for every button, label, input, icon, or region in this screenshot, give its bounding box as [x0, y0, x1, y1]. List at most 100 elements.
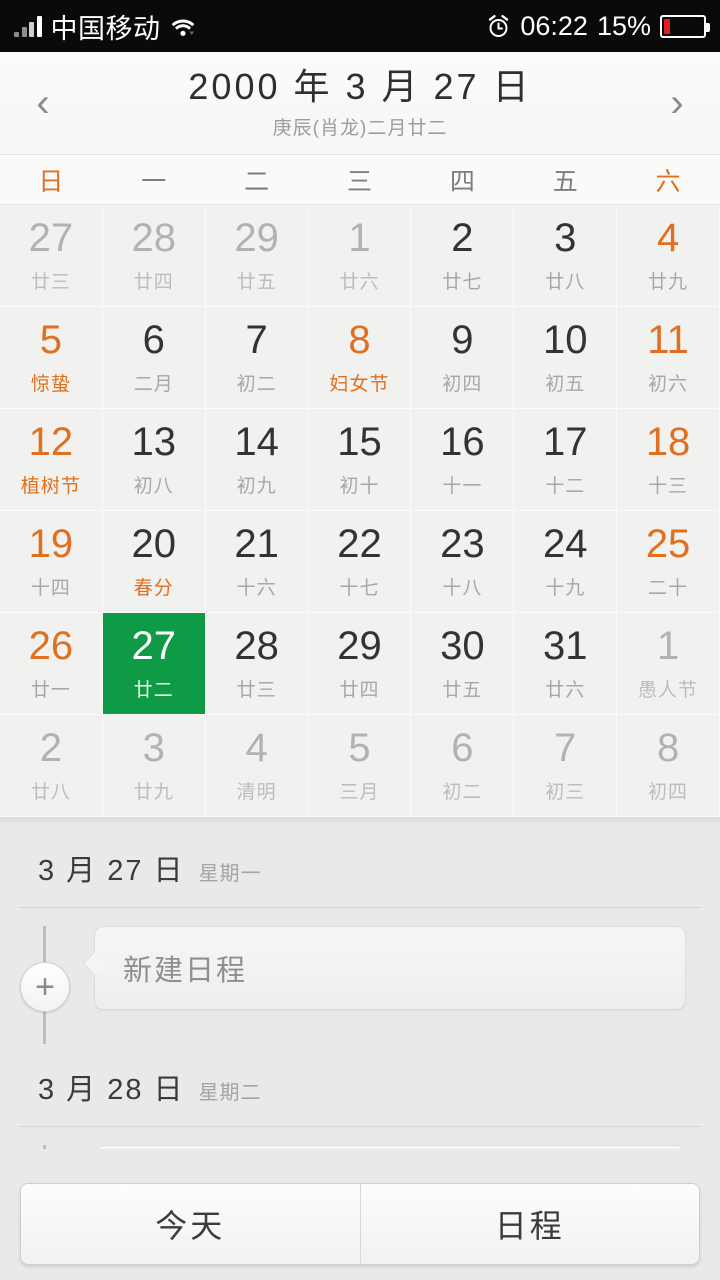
calendar-cell[interactable]: 11 初六	[617, 307, 720, 409]
day-number: 19	[28, 521, 74, 566]
day-number: 13	[131, 419, 177, 464]
calendar-cell[interactable]: 21 十六	[205, 511, 309, 613]
day-number: 24	[542, 521, 588, 566]
day-number: 11	[647, 317, 689, 362]
lunar-label: 初十	[339, 475, 380, 497]
calendar-cell[interactable]: 6 二月	[102, 307, 206, 409]
calendar-cell[interactable]: 3 廿九	[102, 715, 206, 817]
calendar-cell[interactable]: 14 初九	[205, 409, 309, 511]
calendar-grid[interactable]: 27 廿三 28 廿四 29 廿五 1 廿六 2 廿七 3 廿八 4 廿九 5 惊蛰 6 二月 7 初二 8 妇女节 9 初四…	[0, 205, 720, 817]
agenda-date-row: 3 月 28 日星期二	[0, 1066, 720, 1108]
day-number: 23	[440, 521, 485, 566]
calendar-cell[interactable]: 3 廿八	[514, 205, 618, 307]
calendar-cell[interactable]: 5 惊蛰	[0, 307, 103, 409]
calendar-cell[interactable]: 23 十八	[411, 511, 515, 613]
calendar-cell[interactable]: 20 春分	[102, 511, 206, 613]
lunar-label: 廿八	[545, 271, 586, 293]
calendar-cell[interactable]: 1 愚人节	[617, 613, 720, 715]
calendar-cell[interactable]: 28 廿四	[102, 205, 206, 307]
chevron-right-icon[interactable]: ›	[634, 52, 720, 155]
new-event-card[interactable]	[94, 1145, 686, 1149]
calendar-cell[interactable]: 6 初二	[411, 715, 515, 817]
calendar-cell[interactable]: 4 清明	[205, 715, 309, 817]
calendar-cell[interactable]: 25 二十	[617, 511, 720, 613]
chevron-left-icon[interactable]: ‹	[0, 52, 86, 155]
schedule-button[interactable]: 日程	[359, 1184, 700, 1264]
lunar-label: 初八	[133, 475, 174, 497]
day-number: 20	[131, 521, 177, 566]
lunar-label: 廿三	[236, 679, 277, 701]
agenda-date: 3 月 28 日	[38, 1074, 185, 1106]
lunar-label: 清明	[236, 781, 277, 803]
lunar-label: 初五	[545, 373, 586, 395]
calendar-cell[interactable]: 12 植树节	[0, 409, 103, 511]
new-event-card[interactable]: 新建日程	[94, 926, 686, 1010]
lunar-label: 愚人节	[638, 679, 699, 701]
status-bar-right: 06:22 15%	[486, 10, 710, 42]
day-number: 14	[234, 419, 279, 464]
calendar-cell[interactable]: 7 初三	[514, 715, 618, 817]
alarm-clock-icon	[486, 14, 511, 39]
calendar-cell[interactable]: 26 廿一	[0, 613, 103, 715]
calendar-cell[interactable]: 7 初二	[205, 307, 309, 409]
calendar-cell[interactable]: 29 廿五	[205, 205, 309, 307]
weekday-label-6: 六	[655, 167, 682, 196]
day-number: 6	[451, 725, 474, 770]
day-number: 8	[656, 725, 680, 770]
calendar-cell[interactable]: 2 廿七	[411, 205, 515, 307]
calendar-cell[interactable]: 10 初五	[514, 307, 618, 409]
day-number: 7	[245, 317, 268, 362]
weekday-header: 日一二三四五六	[0, 155, 720, 205]
battery-percent: 15%	[596, 10, 651, 41]
day-number: 21	[234, 521, 279, 566]
status-bar-left: 中国移动	[14, 7, 196, 46]
calendar-cell[interactable]: 2 廿八	[0, 715, 103, 817]
calendar-cell[interactable]: 19 十四	[0, 511, 103, 613]
bottom-button-group: 今天 日程	[20, 1183, 700, 1265]
day-number: 10	[542, 317, 588, 362]
calendar-cell-selected[interactable]: 27 廿二	[102, 613, 206, 715]
calendar-cell[interactable]: 28 廿三	[205, 613, 309, 715]
calendar-cell[interactable]: 30 廿五	[411, 613, 515, 715]
calendar-cell[interactable]: 9 初四	[411, 307, 515, 409]
calendar-cell[interactable]: 22 十七	[308, 511, 412, 613]
lunar-label: 初六	[648, 373, 689, 395]
calendar-cell[interactable]: 24 十九	[514, 511, 618, 613]
calendar-cell[interactable]: 8 妇女节	[308, 307, 412, 409]
lunar-label: 二月	[133, 373, 174, 395]
lunar-label: 廿四	[133, 271, 174, 293]
lunar-label: 廿六	[545, 679, 586, 701]
day-number: 28	[131, 215, 177, 260]
calendar-cell[interactable]: 27 廿三	[0, 205, 103, 307]
calendar-cell[interactable]: 16 十一	[411, 409, 515, 511]
calendar-cell[interactable]: 1 廿六	[308, 205, 412, 307]
calendar-cell[interactable]: 18 十三	[617, 409, 720, 511]
calendar-cell[interactable]: 15 初十	[308, 409, 412, 511]
lunar-label: 初二	[236, 373, 277, 395]
calendar-cell[interactable]: 4 廿九	[617, 205, 720, 307]
signal-bars-icon	[14, 15, 42, 37]
lunar-label: 廿二	[133, 679, 174, 701]
lunar-label: 十一	[442, 475, 483, 497]
calendar-cell[interactable]: 17 十二	[514, 409, 618, 511]
weekday-label-3: 三	[346, 167, 373, 196]
calendar-cell[interactable]: 31 廿六	[514, 613, 618, 715]
calendar-cell[interactable]: 5 三月	[308, 715, 412, 817]
agenda-body	[0, 1145, 720, 1149]
day-number: 5	[39, 317, 63, 362]
calendar-cell[interactable]: 29 廿四	[308, 613, 412, 715]
weekday-label-2: 二	[244, 167, 271, 196]
lunar-label: 十三	[648, 475, 689, 497]
status-time: 06:22	[520, 10, 588, 41]
agenda-weekday: 星期二	[198, 1082, 262, 1104]
calendar-cell[interactable]: 8 初四	[617, 715, 720, 817]
plus-icon[interactable]: +	[20, 962, 70, 1012]
agenda-panel[interactable]: 3 月 27 日星期一 + 新建日程 3 月 28 日星期二	[0, 825, 720, 1149]
lunar-label: 十九	[545, 577, 586, 599]
calendar-cell[interactable]: 13 初八	[102, 409, 206, 511]
lunar-label: 初九	[236, 475, 277, 497]
weekday-label-4: 四	[449, 167, 476, 196]
today-button[interactable]: 今天	[21, 1184, 360, 1264]
lunar-label: 十二	[545, 475, 586, 497]
lunar-label: 惊蛰	[30, 373, 71, 395]
